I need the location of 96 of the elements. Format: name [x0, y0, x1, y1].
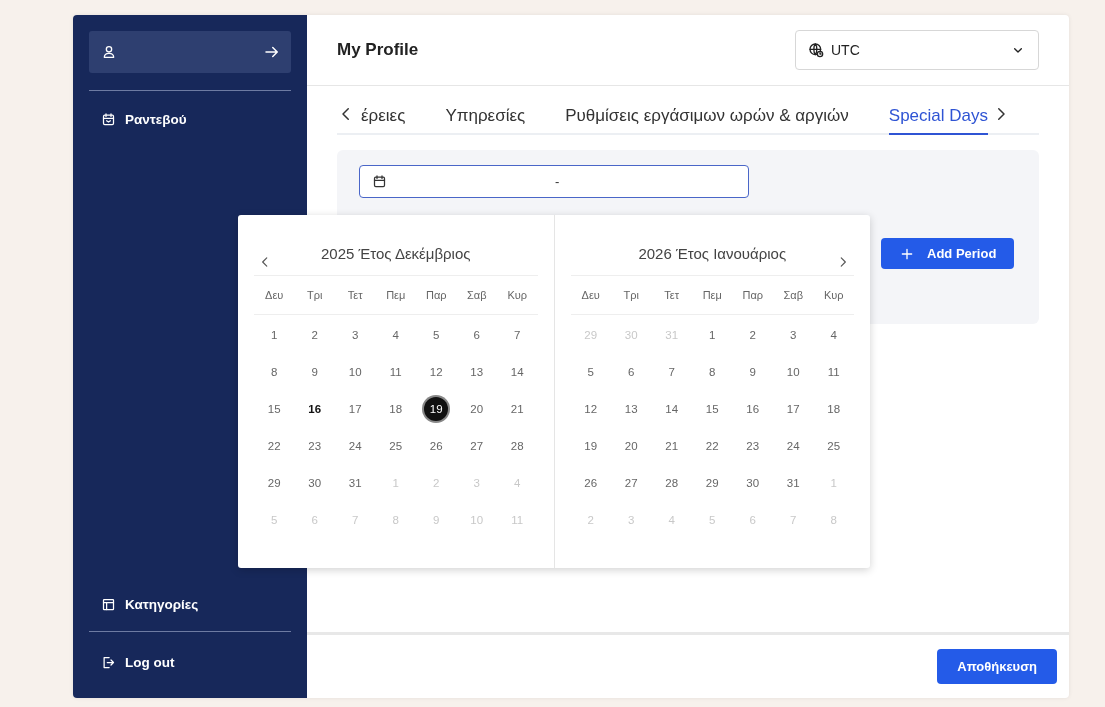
day-cell[interactable]: 23: [740, 433, 765, 458]
day-cell[interactable]: 30: [302, 470, 327, 495]
day-cell[interactable]: 3: [343, 322, 368, 347]
weekday-label: Τρι: [307, 289, 323, 301]
weekday-label: Τετ: [347, 289, 363, 301]
sidebar-item[interactable]: Κατηγορίες: [89, 594, 291, 614]
day-cell[interactable]: 25: [821, 433, 846, 458]
day-cell[interactable]: 21: [659, 433, 684, 458]
day-cell[interactable]: 7: [505, 322, 530, 347]
day-cell[interactable]: 17: [343, 396, 368, 421]
day-cell[interactable]: 31: [781, 470, 806, 495]
weekday-label: Πεμ: [386, 289, 406, 301]
day-cell[interactable]: 8: [700, 359, 725, 384]
day-cell[interactable]: 4: [821, 322, 846, 347]
weekday-label: Παρ: [742, 289, 764, 301]
calendar-icon: [372, 174, 387, 189]
day-cell[interactable]: 25: [383, 433, 408, 458]
day-cell[interactable]: 2: [740, 322, 765, 347]
day-cell[interactable]: 14: [659, 396, 684, 421]
weekday-label: Σαβ: [467, 289, 487, 301]
day-cell[interactable]: 6: [464, 322, 489, 347]
user-icon: [101, 44, 117, 60]
date-range-field[interactable]: -: [359, 165, 749, 198]
weekday-label: Πεμ: [702, 289, 722, 301]
day-cell[interactable]: 10: [343, 359, 368, 384]
day-cell[interactable]: 23: [302, 433, 327, 458]
day-cell[interactable]: 2: [302, 322, 327, 347]
day-cell[interactable]: 18: [821, 396, 846, 421]
globe-clock-icon: [808, 42, 824, 58]
logout-icon: [101, 654, 116, 670]
day-cell[interactable]: 27: [619, 470, 644, 495]
day-cell[interactable]: 31: [343, 470, 368, 495]
layout-icon: [101, 596, 116, 612]
tab[interactable]: Special Days: [888, 100, 989, 135]
month-title[interactable]: 2026 Έτος Ιανουάριος: [592, 244, 832, 262]
day-cell[interactable]: 9: [740, 359, 765, 384]
weekday-label: Παρ: [425, 289, 447, 301]
weekday-label: Τρι: [623, 289, 639, 301]
day-cell[interactable]: 27: [464, 433, 489, 458]
day-cell[interactable]: 11: [383, 359, 408, 384]
day-cell[interactable]: 9: [302, 359, 327, 384]
month-title[interactable]: 2025 Έτος Δεκέμβριος: [276, 244, 516, 262]
day-cell[interactable]: 26: [578, 470, 603, 495]
tab[interactable]: έρειες: [361, 100, 406, 135]
day-cell[interactable]: 12: [578, 396, 603, 421]
day-cell[interactable]: 29: [700, 470, 725, 495]
day-cell[interactable]: 26: [424, 433, 449, 458]
day-cell[interactable]: 30: [740, 470, 765, 495]
day-cell[interactable]: 1: [700, 322, 725, 347]
sidebar-item[interactable]: Ραντεβού: [89, 109, 291, 129]
day-cell[interactable]: 5: [578, 359, 603, 384]
tab[interactable]: Υπηρεσίες: [445, 100, 526, 135]
weekday-label: Δευ: [581, 289, 600, 301]
add-period-button[interactable]: Add Period: [881, 238, 1015, 269]
day-cell[interactable]: 4: [383, 322, 408, 347]
day-cell[interactable]: 15: [262, 396, 287, 421]
day-cell[interactable]: 6: [619, 359, 644, 384]
day-cell[interactable]: 19: [578, 433, 603, 458]
day-cell[interactable]: 28: [659, 470, 684, 495]
weekday-label: Κυρ: [823, 289, 844, 301]
day-cell[interactable]: 22: [262, 433, 287, 458]
day-cell[interactable]: 7: [659, 359, 684, 384]
weekday-label: Σαβ: [783, 289, 803, 301]
day-cell[interactable]: 14: [505, 359, 530, 384]
day-cell[interactable]: 5: [424, 322, 449, 347]
weekday-label: Κυρ: [507, 289, 528, 301]
day-cell[interactable]: 29: [262, 470, 287, 495]
day-cell[interactable]: 12: [424, 359, 449, 384]
day-cell[interactable]: 13: [619, 396, 644, 421]
day-cell[interactable]: 10: [781, 359, 806, 384]
day-cell[interactable]: 22: [700, 433, 725, 458]
weekday-label: Τετ: [664, 289, 680, 301]
logout-link[interactable]: Log out: [89, 652, 291, 672]
tab[interactable]: Ρυθμίσεις εργάσιμων ωρών & αργιών: [565, 100, 849, 135]
day-cell[interactable]: 11: [821, 359, 846, 384]
day-cell[interactable]: 24: [781, 433, 806, 458]
day-cell[interactable]: 13: [464, 359, 489, 384]
range-separator: -: [555, 174, 560, 189]
day-cell[interactable]: 15: [700, 396, 725, 421]
day-cell[interactable]: 24: [343, 433, 368, 458]
day-cell[interactable]: 20: [464, 396, 489, 421]
day-cell[interactable]: 20: [619, 433, 644, 458]
day-cell[interactable]: 17: [781, 396, 806, 421]
day-cell[interactable]: 18: [383, 396, 408, 421]
day-cell[interactable]: 16: [302, 396, 327, 421]
day-cell[interactable]: 16: [740, 396, 765, 421]
day-cell[interactable]: 3: [781, 322, 806, 347]
day-cell[interactable]: 19: [424, 396, 449, 421]
save-button[interactable]: Αποθήκευση: [937, 649, 1057, 684]
timezone-select[interactable]: UTC: [795, 30, 1039, 70]
day-cell[interactable]: 21: [505, 396, 530, 421]
day-cell[interactable]: 28: [505, 433, 530, 458]
page-title: My Profile: [337, 40, 419, 60]
weekday-label: Δευ: [265, 289, 284, 301]
day-cell[interactable]: 1: [262, 322, 287, 347]
day-cell[interactable]: 8: [262, 359, 287, 384]
